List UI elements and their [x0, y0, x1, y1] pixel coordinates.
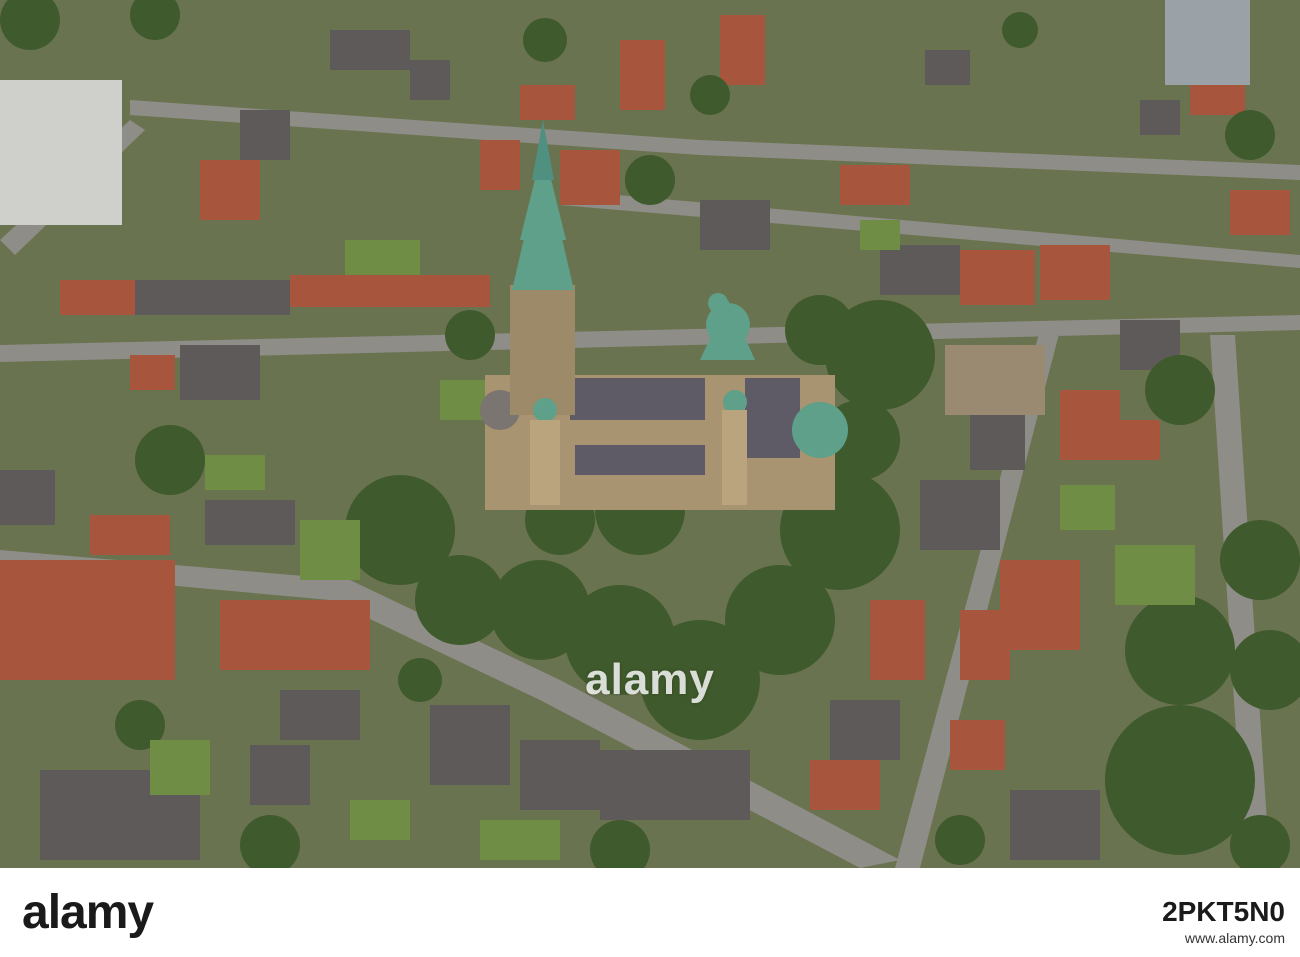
- aerial-photo: alamy: [0, 0, 1300, 868]
- footer-info: 2PKT5N0 www.alamy.com: [1000, 880, 1285, 946]
- warehouse-roof: [0, 80, 122, 225]
- logo-text: alamy: [22, 885, 154, 939]
- site-link[interactable]: www.alamy.com: [1000, 930, 1285, 946]
- alamy-logo[interactable]: alamy: [22, 885, 154, 939]
- construction-site: [945, 345, 1045, 415]
- image-id: 2PKT5N0: [1162, 896, 1285, 927]
- solar-roof-building: [1165, 0, 1250, 85]
